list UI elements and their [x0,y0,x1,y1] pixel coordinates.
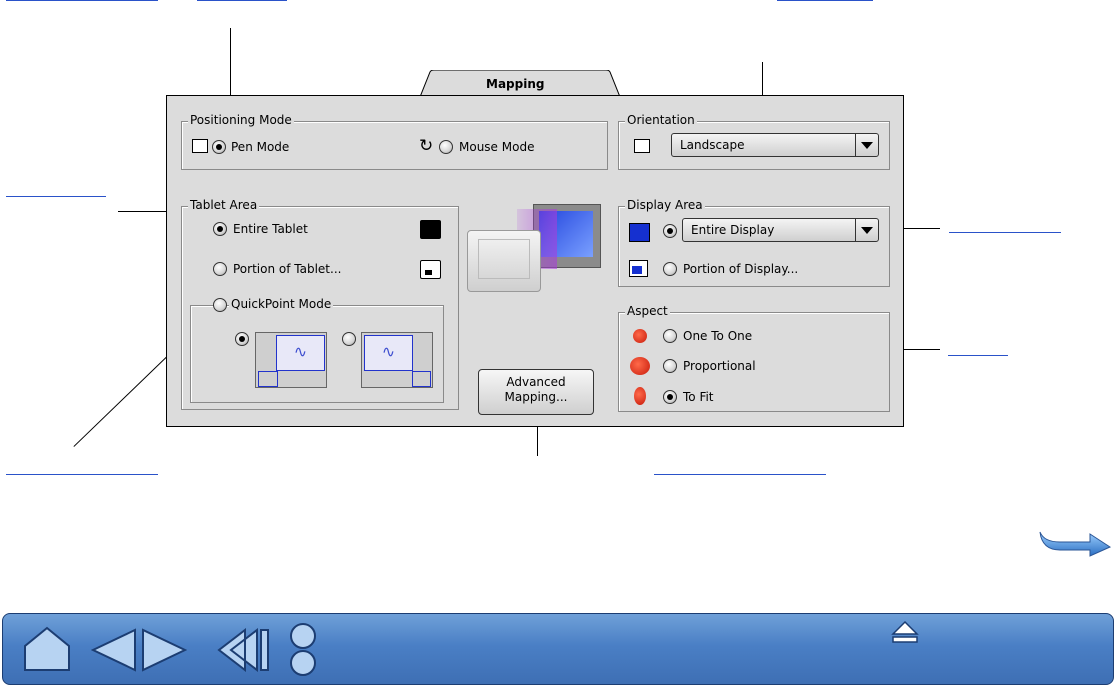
positioning-mode-label: Positioning Mode [188,113,294,127]
portion-of-display-icon [629,260,648,277]
advanced-mapping-label-1: Advanced [506,375,566,389]
portion-of-tablet-icon [420,260,441,279]
link-top-3[interactable] [777,0,873,1]
home-icon[interactable] [21,624,77,674]
orientation-value: Landscape [680,138,745,152]
portion-of-display-label: Portion of Display... [683,262,799,276]
back-icon[interactable] [215,628,271,672]
link-left-tablet-area[interactable] [6,196,106,197]
quickpoint-mode-label: QuickPoint Mode [229,297,334,311]
chevron-down-icon [855,134,878,156]
tablet-display-illustration [465,204,605,296]
advanced-mapping-button[interactable]: Advanced Mapping... [478,369,594,415]
one-to-one-radio[interactable] [663,329,677,343]
portion-of-tablet-label: Portion of Tablet... [233,262,342,276]
quickpoint-option-1-radio[interactable] [235,332,249,346]
orientation-group: Orientation Landscape [618,113,890,170]
orientation-label: Orientation [625,113,697,127]
entire-tablet-icon [420,220,441,239]
one-to-one-tomato-icon [633,329,647,343]
portion-of-display-radio[interactable] [663,262,677,276]
link-bottom-advanced[interactable] [654,474,826,475]
tablet-area-group: Tablet Area Entire Tablet Portion of Tab… [181,198,459,410]
link-right-display-area[interactable] [949,232,1061,233]
display-area-value: Entire Display [691,223,775,237]
chevron-down-icon [855,219,878,241]
advanced-mapping-label-2: Mapping... [504,390,568,404]
to-fit-radio[interactable] [663,390,677,404]
orientation-select[interactable]: Landscape [671,133,879,157]
one-to-one-label: One To One [683,329,753,343]
link-bottom-quickpoint[interactable] [6,474,158,475]
quickpoint-option-1-image: ∿ [255,332,327,388]
next-page-arrow-icon[interactable] [1038,528,1112,558]
pen-mode-radio[interactable] [212,140,226,154]
link-right-aspect[interactable] [948,355,1008,356]
previous-page-icon[interactable] [91,628,137,672]
mapping-tab-label: Mapping [486,77,545,91]
link-top-2[interactable] [197,0,287,1]
to-fit-tomato-icon [634,387,646,405]
entire-display-icon [629,223,650,242]
pen-mode-icon [192,139,208,153]
entire-display-radio[interactable] [663,224,677,238]
positioning-mode-group: Positioning Mode Pen Mode ↻ Mouse Mode [181,113,608,170]
mouse-mode-label: Mouse Mode [459,140,535,154]
pen-mode-label: Pen Mode [231,140,290,154]
link-top-1[interactable] [6,0,158,1]
entire-tablet-radio[interactable] [213,222,227,236]
proportional-radio[interactable] [663,359,677,373]
aspect-label: Aspect [625,304,670,318]
proportional-label: Proportional [683,359,756,373]
to-fit-label: To Fit [683,390,714,404]
mouse-mode-icon: ↻ [419,136,434,156]
bottom-nav-bar [2,613,1114,685]
mapping-panel: Positioning Mode Pen Mode ↻ Mouse Mode O… [166,95,904,427]
portion-of-tablet-radio[interactable] [213,262,227,276]
next-page-icon[interactable] [141,628,187,672]
quickpoint-group: QuickPoint Mode ∿ ∿ [190,297,444,403]
aspect-group: Aspect One To One Proportional To Fit [618,304,890,412]
search-icon[interactable] [287,622,319,678]
display-area-group: Display Area Entire Display Portion of D… [618,198,890,287]
proportional-tomato-icon [630,357,650,375]
mouse-mode-radio[interactable] [439,140,453,154]
quickpoint-option-2-radio[interactable] [342,332,356,346]
display-area-select[interactable]: Entire Display [682,218,879,242]
eject-contents-icon[interactable] [891,620,919,644]
display-area-label: Display Area [625,198,705,212]
tablet-area-label: Tablet Area [188,198,260,212]
quickpoint-option-2-image: ∿ [361,332,433,388]
entire-tablet-label: Entire Tablet [233,222,308,236]
orientation-icon [634,139,650,153]
quickpoint-mode-radio[interactable] [213,298,227,312]
